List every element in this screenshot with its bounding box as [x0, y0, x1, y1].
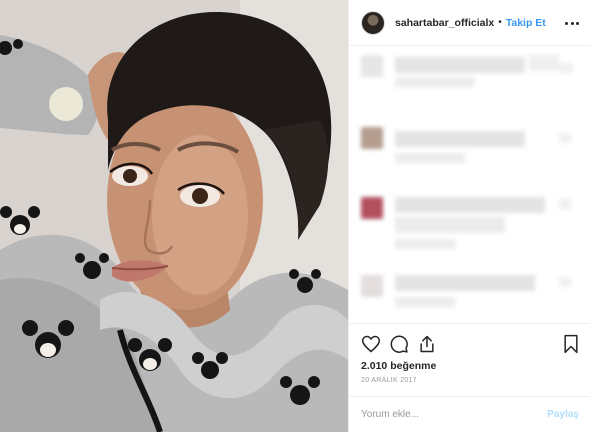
more-options-icon[interactable] [565, 16, 579, 30]
comment-item [349, 267, 590, 323]
bookmark-icon[interactable] [561, 334, 581, 354]
username-link[interactable]: sahartabar_officialx [395, 17, 494, 29]
selfie-image [0, 0, 348, 432]
comment-input[interactable] [361, 409, 548, 420]
comment-icon[interactable] [389, 334, 409, 354]
like-count[interactable]: 2.010 beğenme [361, 360, 436, 372]
add-comment-bar: Paylaş [349, 396, 590, 432]
post-details-panel: sahartabar_officialx • Takip Et 2.010 be… [348, 0, 590, 432]
avatar[interactable] [361, 10, 385, 35]
post-date[interactable]: 20 ARALIK 2017 [361, 377, 417, 384]
actions-divider [349, 323, 590, 324]
comment-item [349, 187, 590, 267]
share-icon[interactable] [417, 334, 437, 354]
comment-item [349, 117, 590, 187]
post-comment-button[interactable]: Paylaş [547, 409, 579, 420]
heart-icon[interactable] [361, 334, 381, 354]
action-bar [361, 334, 581, 356]
follow-button[interactable]: Takip Et [506, 17, 546, 29]
post-header: sahartabar_officialx • Takip Et [349, 0, 590, 46]
post-photo[interactable] [0, 0, 348, 432]
comment-item [349, 47, 590, 117]
comments-list [349, 47, 590, 323]
header-separator: • [498, 17, 502, 28]
